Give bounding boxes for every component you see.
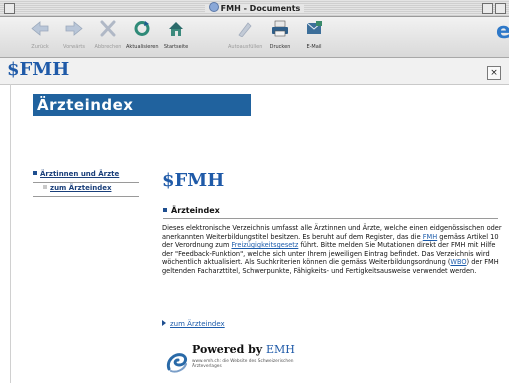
aerzteindex-link-text: zum Ärzteindex (170, 320, 225, 328)
printer-icon (272, 20, 288, 37)
mail-icon (306, 21, 322, 34)
fmh-logo-text: FMH (19, 59, 70, 80)
forward-button[interactable]: Vorwärts (58, 20, 90, 50)
autofill-icon (238, 22, 252, 38)
browser-toolbar: Zurück Vorwärts Abbrechen Aktualisieren … (0, 17, 509, 58)
section-bullet-icon (163, 208, 167, 212)
autofill-label: Autoausfüllen (228, 44, 263, 50)
autofill-button[interactable]: Autoausfüllen (228, 20, 263, 50)
browser-logo-icon: e (496, 20, 509, 44)
nav-divider (33, 196, 139, 197)
fmh-logo-symbol: $ (7, 59, 20, 80)
globe-icon (208, 2, 219, 12)
aerzteindex-link[interactable]: zum Ärzteindex (162, 320, 225, 328)
wbo-link[interactable]: WBO (450, 258, 466, 266)
content-fmh-logo: $FMH (162, 170, 224, 191)
refresh-button[interactable]: Aktualisieren (126, 20, 159, 50)
stop-icon (100, 20, 116, 37)
window-title-text: FMH - Documents (220, 4, 301, 13)
nav-divider (33, 182, 139, 183)
close-button[interactable]: × (487, 66, 501, 80)
arrow-right-icon (162, 320, 166, 326)
mail-label: E-Mail (306, 44, 322, 50)
zoom-box-icon[interactable] (482, 3, 493, 14)
page-title: Ärzteindex (37, 96, 134, 114)
window-title-bar[interactable]: FMH - Documents (0, 0, 509, 17)
section-title-text: Ärzteindex (171, 206, 220, 215)
powered-by-label: Powered by (192, 343, 267, 356)
powered-by-text: Powered by EMH (192, 343, 295, 356)
sidebar-item-aerzte[interactable]: Ärztinnen und Ärzte (33, 170, 143, 181)
sidebar-subitem-label: zum Ärzteindex (50, 184, 112, 192)
frame-divider (10, 84, 11, 383)
mail-button[interactable]: E-Mail (298, 20, 330, 50)
page-heading-bar: Ärzteindex (33, 94, 251, 116)
print-label: Drucken (269, 44, 291, 50)
home-icon (169, 22, 183, 36)
emh-swirl-icon (166, 353, 188, 373)
back-arrow-icon (31, 21, 49, 36)
home-button[interactable]: Startseite (160, 20, 192, 50)
stop-button[interactable]: Abbrechen (92, 20, 124, 50)
back-button[interactable]: Zurück (24, 20, 56, 50)
section-divider (163, 218, 498, 219)
back-label: Zurück (31, 44, 49, 50)
fmh-link[interactable]: FMH (423, 233, 437, 241)
content-logo-text: FMH (174, 170, 225, 191)
collapse-box-icon[interactable] (495, 3, 506, 14)
sidebar-subitem-aerzteindex[interactable]: zum Ärzteindex (33, 184, 143, 195)
print-button[interactable]: Drucken (264, 20, 296, 50)
sidebar-item-label: Ärztinnen und Ärzte (40, 170, 120, 178)
window-title: FMH - Documents (0, 2, 509, 13)
powered-by-emh-logo[interactable]: Powered by EMH www.emh.ch: die Website d… (166, 343, 326, 379)
stop-label: Abbrechen (94, 44, 122, 50)
content-logo-symbol: $ (162, 170, 175, 191)
powered-by-subtext: www.emh.ch: die Website des Schweizerisc… (192, 359, 294, 370)
refresh-icon (134, 21, 150, 36)
forward-label: Vorwärts (63, 44, 85, 50)
section-title: Ärzteindex (163, 206, 220, 215)
home-label: Startseite (163, 44, 189, 50)
fmh-logo[interactable]: $FMH (7, 59, 69, 80)
bullet-icon (33, 171, 37, 175)
forward-arrow-icon (65, 21, 83, 36)
square-bullet-icon (43, 185, 47, 189)
sidebar-nav: Ärztinnen und Ärzte zum Ärzteindex (33, 170, 143, 198)
freizuegigkeitsgesetz-link[interactable]: Freizügigkeitsgesetz (231, 241, 298, 249)
site-header: $FMH × (0, 58, 509, 85)
emh-brand: EMH (266, 343, 295, 356)
refresh-label: Aktualisieren (126, 44, 159, 50)
body-paragraph: Dieses elektronische Verzeichnis umfasst… (162, 224, 502, 276)
